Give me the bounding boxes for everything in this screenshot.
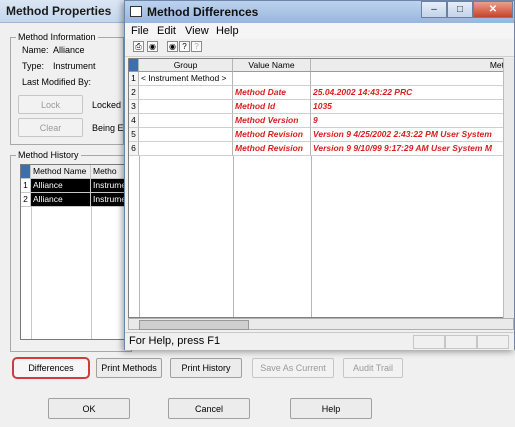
row-number: 6 xyxy=(129,142,139,156)
method-differences-window: Method Differences – □ ✕ File Edit View … xyxy=(124,0,515,350)
grid-line xyxy=(139,156,140,317)
diff-titlebar[interactable]: Method Differences – □ ✕ xyxy=(125,1,514,23)
status-bar: For Help, press F1 xyxy=(125,332,514,350)
row-number: 5 xyxy=(129,128,139,142)
history-cell-name[interactable]: Alliance xyxy=(31,193,91,206)
type-label: Type: xyxy=(22,61,45,71)
col-value-name[interactable]: Value Name xyxy=(233,59,311,72)
cell-value-name[interactable]: Method Revision xyxy=(233,142,311,156)
close-icon[interactable]: ✕ xyxy=(473,1,513,18)
cell-group[interactable] xyxy=(139,100,233,114)
row-number: 3 xyxy=(129,100,139,114)
find-next-icon[interactable]: ◉ xyxy=(167,41,178,52)
audit-trail-button[interactable]: Audit Trail xyxy=(343,358,403,378)
cell-value-name[interactable]: Method Revision xyxy=(233,128,311,142)
grid-line xyxy=(91,207,92,339)
menu-view[interactable]: View xyxy=(185,25,209,37)
lock-button[interactable]: Lock xyxy=(18,95,83,114)
grid-corner-icon xyxy=(129,59,139,72)
method-info-label: Method Information xyxy=(16,32,98,42)
method-history-label: Method History xyxy=(16,150,81,160)
minimize-icon[interactable]: – xyxy=(421,1,447,18)
history-cell-name[interactable]: Alliance xyxy=(31,179,91,192)
toolbar: ⎙ ◉ ◉ ? ? xyxy=(125,39,514,57)
cell-method-value[interactable]: 25.04.2002 14:43:22 PRC xyxy=(311,86,507,100)
name-label: Name: xyxy=(22,45,49,55)
history-header-row: Method Name Metho xyxy=(21,165,129,179)
menu-edit[interactable]: Edit xyxy=(157,25,176,37)
cell-value-name[interactable] xyxy=(233,72,311,86)
last-modified-label: Last Modified By: xyxy=(22,77,92,87)
help-button[interactable]: Help xyxy=(290,398,372,419)
cell-value-name[interactable]: Method Id xyxy=(233,100,311,114)
status-pane xyxy=(445,335,477,349)
grid-corner-icon xyxy=(21,165,31,178)
menu-file[interactable]: File xyxy=(131,25,149,37)
help-icon[interactable]: ? xyxy=(179,41,190,52)
print-icon[interactable]: ⎙ xyxy=(133,41,144,52)
props-title: Method Properties xyxy=(6,4,112,18)
table-row[interactable]: 1 Alliance Instrume xyxy=(21,179,129,193)
row-number: 1 xyxy=(129,72,139,86)
grid-line xyxy=(31,207,32,339)
status-text: For Help, press F1 xyxy=(129,335,221,347)
col-method[interactable]: Met xyxy=(311,59,507,72)
cell-method-value[interactable] xyxy=(311,72,507,86)
scroll-thumb[interactable] xyxy=(139,320,249,330)
being-edited-label: Being E xyxy=(92,123,124,133)
grid-line xyxy=(311,156,312,317)
cell-method-value[interactable]: 1035 xyxy=(311,100,507,114)
cell-method-value[interactable]: Version 9 9/10/99 9:17:29 AM User System… xyxy=(311,142,507,156)
locked-label: Locked xyxy=(92,100,122,110)
cell-group[interactable] xyxy=(139,128,233,142)
grid-line xyxy=(233,156,234,317)
app-icon xyxy=(130,6,142,17)
print-history-button[interactable]: Print History xyxy=(170,358,242,378)
history-col-name[interactable]: Method Name xyxy=(31,165,91,178)
cell-group[interactable] xyxy=(139,142,233,156)
find-icon[interactable]: ◉ xyxy=(147,41,158,52)
menu-help[interactable]: Help xyxy=(216,25,239,37)
col-group[interactable]: Group xyxy=(139,59,233,72)
row-number: 2 xyxy=(129,86,139,100)
status-pane xyxy=(477,335,509,349)
context-help-icon[interactable]: ? xyxy=(191,41,202,52)
cell-group[interactable] xyxy=(139,114,233,128)
maximize-icon[interactable]: □ xyxy=(447,1,473,18)
row-number: 2 xyxy=(21,193,31,206)
status-pane xyxy=(413,335,445,349)
method-history-grid[interactable]: Method Name Metho 1 Alliance Instrume 2 … xyxy=(20,164,130,340)
differences-grid[interactable]: Group Value Name Met 1 < Instrument Meth… xyxy=(128,58,514,318)
cancel-button[interactable]: Cancel xyxy=(168,398,250,419)
save-as-current-button[interactable]: Save As Current xyxy=(252,358,334,378)
type-value: Instrument xyxy=(53,61,96,71)
horizontal-scrollbar[interactable] xyxy=(128,318,514,330)
diff-title: Method Differences xyxy=(147,5,259,19)
cell-group[interactable] xyxy=(139,86,233,100)
vertical-scrollbar[interactable] xyxy=(503,58,514,318)
name-value: Alliance xyxy=(53,45,85,55)
cell-group[interactable]: < Instrument Method > xyxy=(139,72,233,86)
row-number: 4 xyxy=(129,114,139,128)
differences-button[interactable]: Differences xyxy=(12,357,90,379)
menu-bar: File Edit View Help xyxy=(125,23,514,39)
ok-button[interactable]: OK xyxy=(48,398,130,419)
cell-method-value[interactable]: 9 xyxy=(311,114,507,128)
cell-value-name[interactable]: Method Version xyxy=(233,114,311,128)
clear-button[interactable]: Clear xyxy=(18,118,83,137)
table-row[interactable]: 2 Alliance Instrume xyxy=(21,193,129,207)
print-methods-button[interactable]: Print Methods xyxy=(96,358,162,378)
row-number: 1 xyxy=(21,179,31,192)
cell-method-value[interactable]: Version 9 4/25/2002 2:43:22 PM User Syst… xyxy=(311,128,507,142)
cell-value-name[interactable]: Method Date xyxy=(233,86,311,100)
